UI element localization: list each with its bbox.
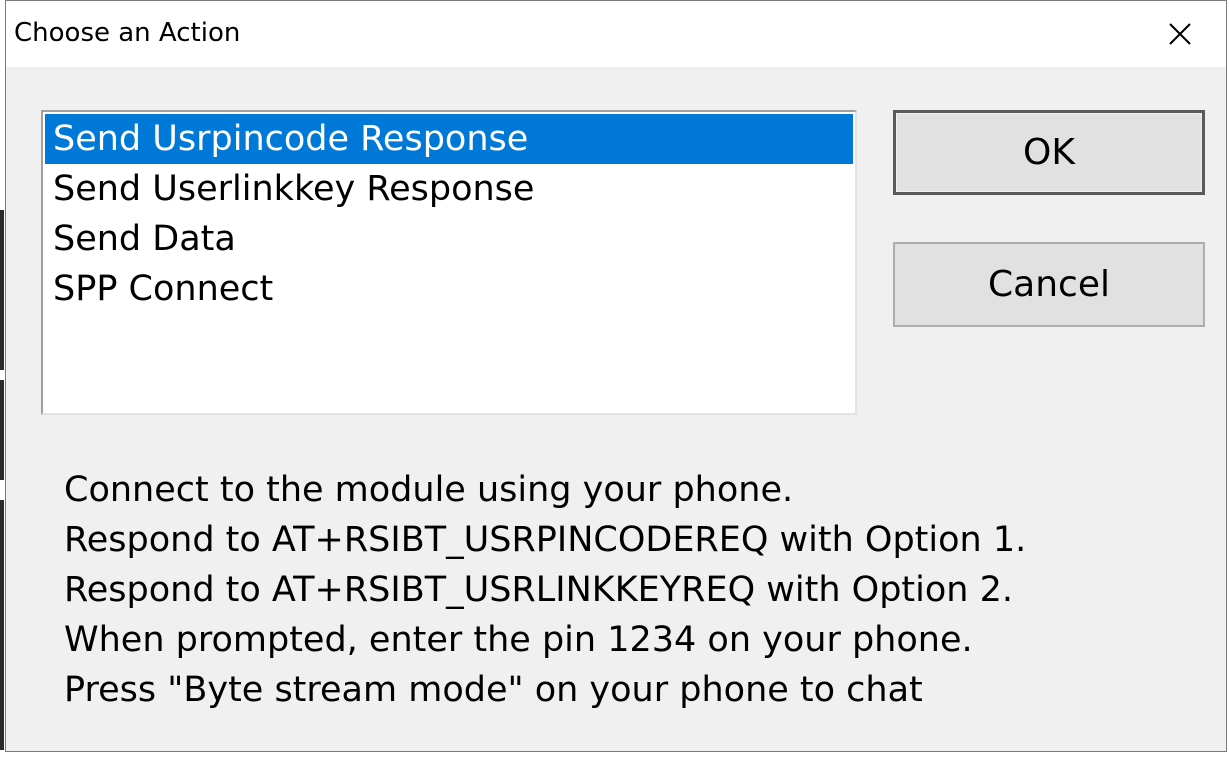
instruction-line: Connect to the module using your phone.: [64, 470, 794, 510]
instruction-line: Respond to AT+RSIBT_USRPINCODEREQ with O…: [64, 520, 1027, 560]
list-item-send-userlinkkey-response[interactable]: Send Userlinkkey Response: [45, 164, 853, 214]
instruction-line: Respond to AT+RSIBT_USRLINKKEYREQ with O…: [64, 570, 1013, 610]
actions-list: Send Usrpincode Response Send Userlinkke…: [43, 112, 855, 314]
actions-listbox[interactable]: Send Usrpincode Response Send Userlinkke…: [41, 110, 857, 415]
title-bar[interactable]: Choose an Action: [6, 1, 1226, 67]
list-item-send-data[interactable]: Send Data: [45, 214, 853, 264]
close-button[interactable]: [1134, 1, 1226, 67]
ok-button[interactable]: OK: [893, 110, 1205, 195]
instruction-line: When prompted, enter the pin 1234 on you…: [64, 620, 973, 660]
window-title: Choose an Action: [14, 18, 241, 48]
instruction-line: Press "Byte stream mode" on your phone t…: [64, 670, 923, 710]
close-icon: [1169, 23, 1191, 45]
cancel-button[interactable]: Cancel: [893, 242, 1205, 327]
dialog-body: Send Usrpincode Response Send Userlinkke…: [6, 67, 1226, 751]
list-item-spp-connect[interactable]: SPP Connect: [45, 264, 853, 314]
list-item-send-usrpincode-response[interactable]: Send Usrpincode Response: [45, 114, 853, 164]
choose-action-dialog: Choose an Action Send Usrpincode Respons…: [5, 0, 1227, 752]
instructions-text: Connect to the module using your phone. …: [64, 465, 1214, 715]
